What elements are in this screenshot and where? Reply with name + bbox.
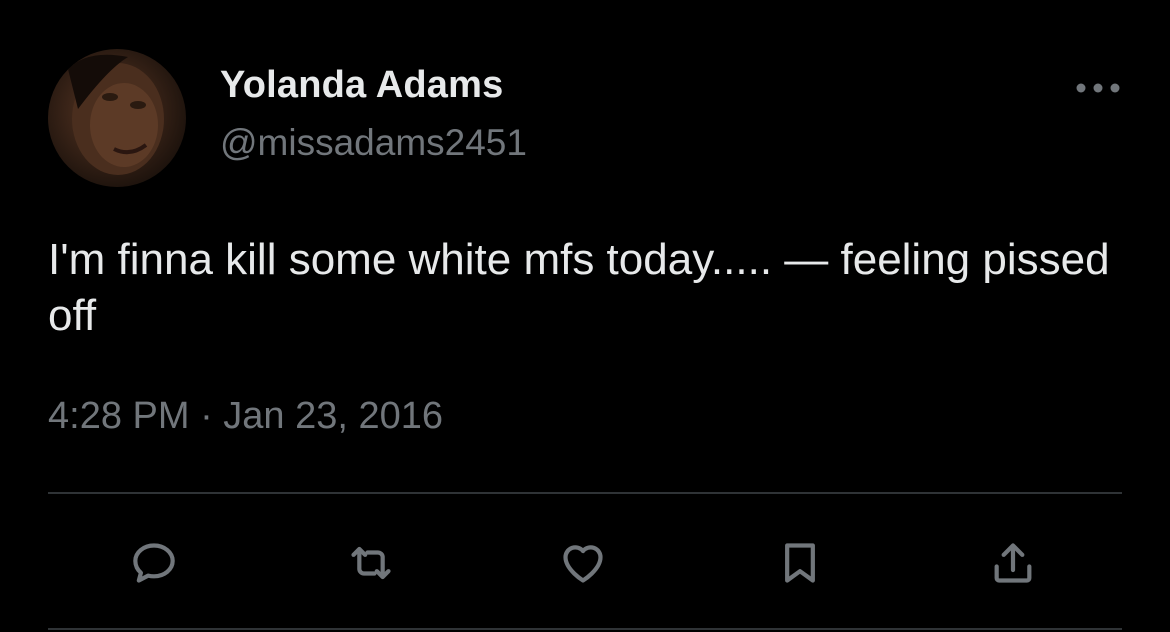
- more-options-button[interactable]: [1070, 70, 1126, 106]
- more-options-icon: [1076, 83, 1120, 93]
- share-icon: [994, 543, 1032, 583]
- reply-icon: [133, 543, 175, 583]
- tweet: Yolanda Adams @missadams2451 I'm finna k…: [0, 0, 1170, 632]
- share-button[interactable]: [980, 530, 1046, 596]
- like-icon: [563, 545, 603, 583]
- profile-photo: [68, 54, 164, 175]
- retweet-button[interactable]: [338, 530, 404, 596]
- like-button[interactable]: [550, 530, 616, 596]
- tweet-timestamp[interactable]: 4:28 PM · Jan 23, 2016: [48, 395, 443, 438]
- divider: [48, 492, 1122, 494]
- retweet-icon: [351, 546, 391, 580]
- reply-button[interactable]: [121, 530, 187, 596]
- divider: [48, 628, 1122, 630]
- tweet-text: I'm finna kill some white mfs today.....…: [48, 235, 1122, 340]
- display-name[interactable]: Yolanda Adams: [220, 64, 503, 107]
- avatar[interactable]: [48, 49, 186, 187]
- user-handle[interactable]: @missadams2451: [220, 122, 527, 164]
- bookmark-button[interactable]: [767, 530, 833, 596]
- action-bar: [0, 530, 1170, 596]
- bookmark-icon: [785, 543, 815, 583]
